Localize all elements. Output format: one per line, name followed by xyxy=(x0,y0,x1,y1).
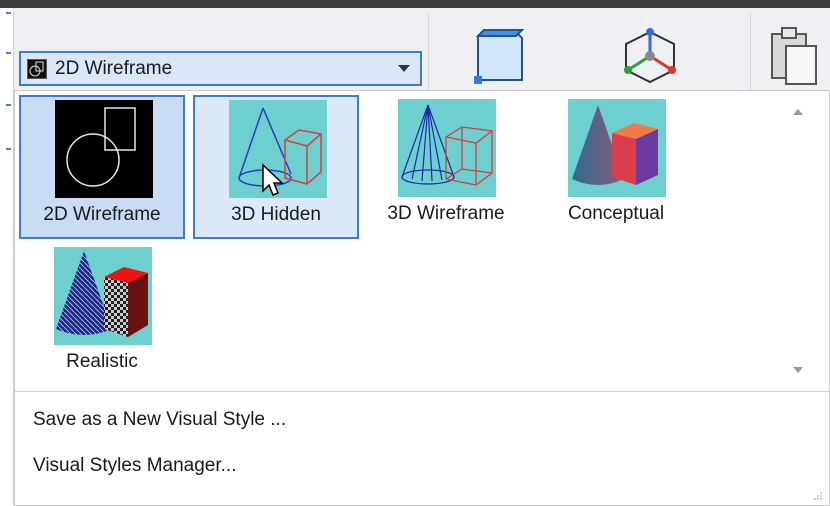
visual-styles-dropdown-panel: 2D Wireframe 3D Hidden 3D Wireframe Conc… xyxy=(14,90,830,506)
ribbon-separator xyxy=(428,14,429,94)
gallery-scrollbar[interactable] xyxy=(787,95,809,391)
left-link-mark xyxy=(6,52,11,54)
gallery-item-label: 2D Wireframe xyxy=(43,204,161,225)
scroll-down-arrow-icon[interactable] xyxy=(793,367,803,373)
clipboard-icon[interactable] xyxy=(768,24,820,88)
mouse-cursor-icon xyxy=(262,163,284,196)
save-as-new-visual-style-item[interactable]: Save as a New Visual Style ... xyxy=(15,397,829,443)
gallery-item-label: 3D Hidden xyxy=(231,204,321,225)
window-top-bar xyxy=(0,0,830,8)
3d-wireframe-thumbnail-icon xyxy=(398,99,496,197)
left-link-mark xyxy=(6,148,11,150)
visual-styles-gallery: 2D Wireframe 3D Hidden 3D Wireframe Conc… xyxy=(19,95,809,391)
visual-style-dropdown[interactable]: 2D Wireframe xyxy=(19,51,422,86)
left-edge-strip xyxy=(0,8,14,506)
scroll-up-arrow-icon[interactable] xyxy=(793,109,803,115)
conceptual-thumbnail-icon xyxy=(568,99,666,197)
dropdown-selected-value: 2D Wireframe xyxy=(55,57,173,79)
menu-item-label: Save as a New Visual Style ... xyxy=(33,409,287,430)
left-link-mark xyxy=(6,12,11,14)
2d-wireframe-small-icon xyxy=(27,58,47,79)
resize-grip-icon[interactable] xyxy=(813,491,823,501)
ribbon-separator xyxy=(750,14,751,94)
left-link-mark xyxy=(6,104,11,106)
visual-styles-manager-item[interactable]: Visual Styles Manager... xyxy=(15,443,829,489)
view-cube-axis-icon[interactable] xyxy=(618,26,682,88)
gallery-item-realistic[interactable]: Realistic xyxy=(19,243,185,387)
chevron-down-icon xyxy=(398,65,410,72)
gallery-item-2d-wireframe[interactable]: 2D Wireframe xyxy=(19,95,185,239)
realistic-thumbnail-icon xyxy=(54,247,152,345)
gallery-item-conceptual[interactable]: Conceptual xyxy=(533,95,699,239)
gallery-item-label: 3D Wireframe xyxy=(387,203,505,224)
gallery-item-3d-wireframe[interactable]: 3D Wireframe xyxy=(363,95,529,239)
gallery-item-label: Conceptual xyxy=(567,203,665,224)
box-view-icon[interactable] xyxy=(468,26,528,88)
menu-item-label: Visual Styles Manager... xyxy=(33,455,237,476)
gallery-item-label: Realistic xyxy=(66,351,138,372)
2d-wireframe-thumbnail-icon xyxy=(55,100,153,198)
menu-divider xyxy=(15,391,829,392)
